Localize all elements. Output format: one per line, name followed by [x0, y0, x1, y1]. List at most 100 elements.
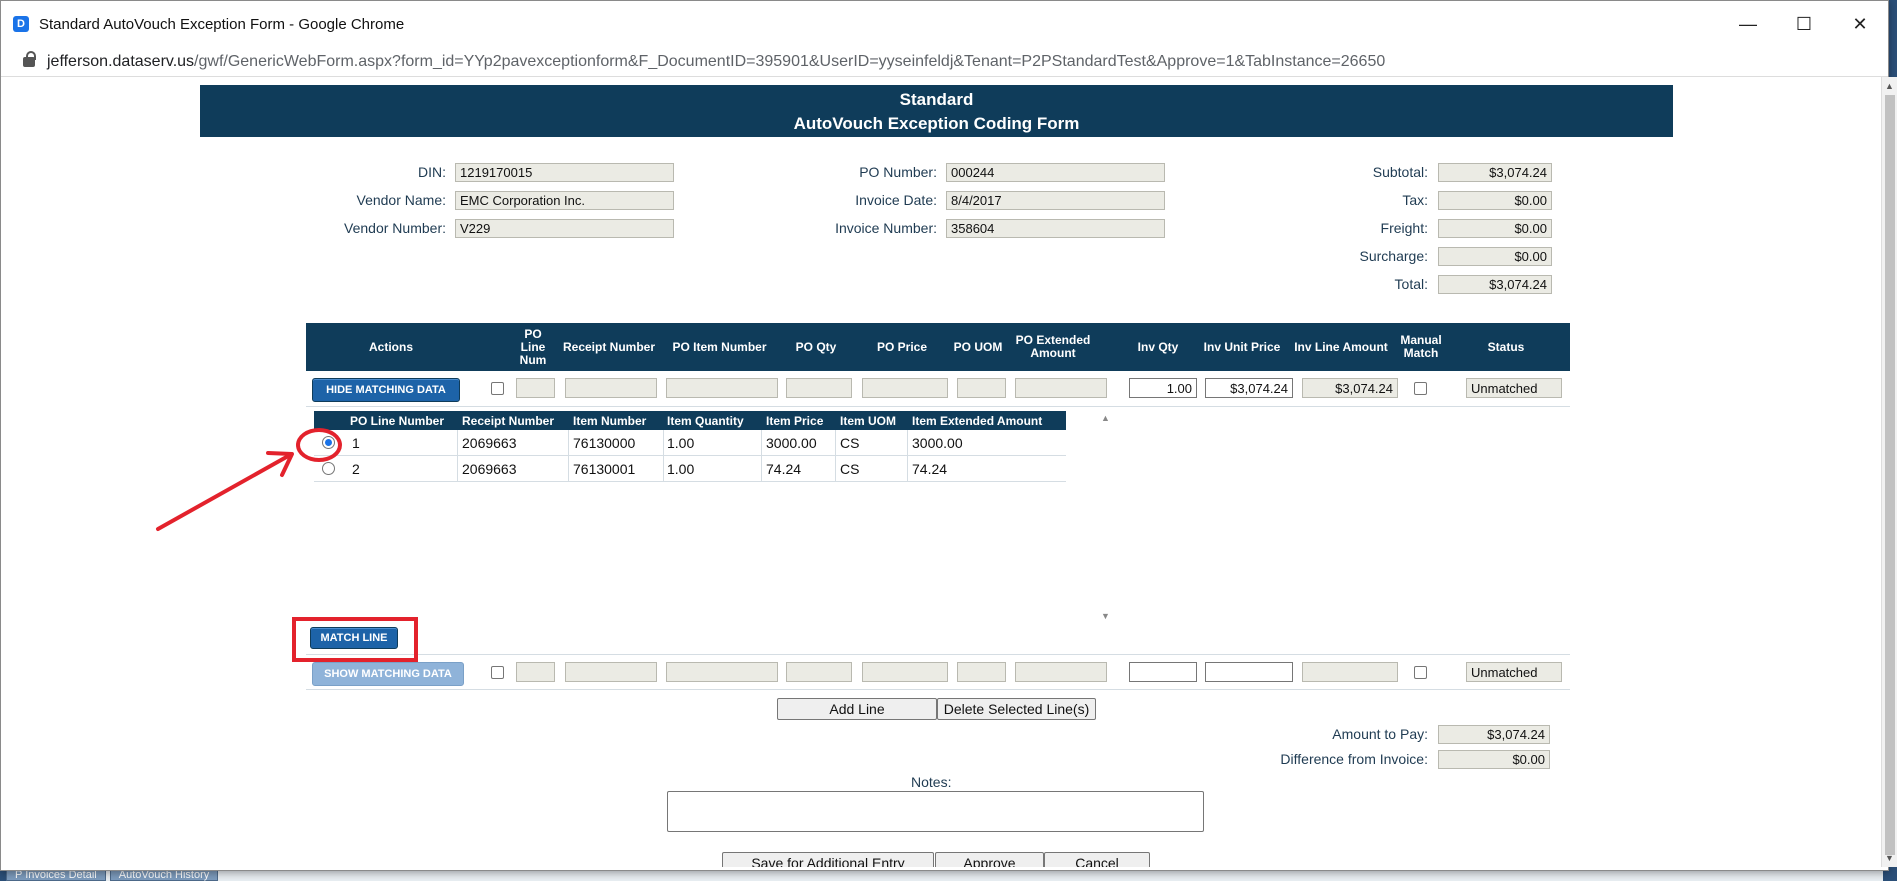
save-for-additional-entry-button[interactable]: Save for Additional Entry [722, 852, 934, 867]
amount-to-pay-field[interactable]: $3,074.24 [1438, 725, 1550, 744]
maximize-icon[interactable]: ☐ [1776, 1, 1832, 47]
receipt-number-value: 2069663 [462, 461, 517, 477]
window-title: Standard AutoVouch Exception Form - Goog… [39, 15, 405, 33]
table-row: SHOW MATCHING DATA Unmatched [306, 654, 1570, 690]
manual-match-checkbox[interactable] [1414, 666, 1427, 679]
hide-matching-data-button[interactable]: HIDE MATCHING DATA [312, 378, 460, 402]
total-label: Total: [1394, 276, 1428, 292]
po-qty-cell[interactable] [786, 378, 852, 398]
inv-line-amount-cell: $3,074.24 [1302, 378, 1398, 398]
amount-to-pay-label: Amount to Pay: [1332, 726, 1428, 742]
form-title-line1: Standard [899, 90, 974, 109]
col-status: Status [1487, 339, 1525, 354]
col-inv-line-amount: Inv Line Amount [1294, 339, 1388, 354]
row-select-checkbox[interactable] [491, 666, 504, 679]
po-item-number-cell[interactable] [666, 662, 778, 682]
po-price-cell[interactable] [862, 662, 948, 682]
item-uom-value: CS [840, 435, 860, 451]
po-line-num-cell[interactable] [516, 378, 555, 398]
col-po-uom: PO UOM [953, 339, 1003, 354]
po-item-number-cell[interactable] [666, 378, 778, 398]
inv-unit-price-input[interactable]: $3,074.24 [1205, 378, 1293, 398]
divider [761, 456, 762, 482]
row-select-checkbox[interactable] [491, 382, 504, 395]
divider [663, 456, 664, 482]
minimize-icon[interactable]: — [1720, 1, 1776, 47]
window-titlebar: D Standard AutoVouch Exception Form - Go… [1, 1, 1888, 47]
din-label: DIN: [418, 164, 446, 180]
po-number-field[interactable]: 000244 [946, 163, 1165, 182]
item-price-value: 3000.00 [766, 435, 817, 451]
po-qty-cell[interactable] [786, 662, 852, 682]
po-line-num-cell[interactable] [516, 662, 555, 682]
form-title-line2: AutoVouch Exception Coding Form [793, 114, 1080, 133]
annotation-arrow-icon [156, 451, 294, 531]
col-po-price: PO Price [876, 339, 928, 354]
surcharge-field[interactable]: $0.00 [1438, 247, 1552, 266]
item-uom-value: CS [840, 461, 860, 477]
total-field[interactable]: $3,074.24 [1438, 275, 1552, 294]
show-matching-data-button[interactable]: SHOW MATCHING DATA [312, 662, 464, 686]
inv-qty-input[interactable]: 1.00 [1129, 378, 1197, 398]
freight-field[interactable]: $0.00 [1438, 219, 1552, 238]
close-icon[interactable]: ✕ [1832, 1, 1888, 47]
receipt-number-cell[interactable] [565, 378, 657, 398]
invoice-date-label: Invoice Date: [855, 192, 937, 208]
inv-qty-input[interactable] [1129, 662, 1197, 682]
vendor-number-field[interactable]: V229 [455, 219, 674, 238]
divider [457, 430, 458, 456]
scroll-up-icon[interactable]: ▲ [1101, 413, 1110, 423]
scroll-down-icon[interactable]: ▼ [1885, 853, 1894, 863]
col-po-line-num: PO Line Num [519, 326, 547, 367]
din-field[interactable]: 1219170015 [455, 163, 674, 182]
po-uom-cell[interactable] [957, 662, 1006, 682]
delete-selected-lines-button[interactable]: Delete Selected Line(s) [937, 698, 1096, 720]
scroll-down-icon[interactable]: ▼ [1101, 611, 1110, 621]
page-scrollbar[interactable]: ▲ ▼ [1881, 77, 1897, 867]
receipt-number-cell[interactable] [565, 662, 657, 682]
manual-match-checkbox[interactable] [1414, 382, 1427, 395]
notes-textarea[interactable] [667, 791, 1204, 832]
item-extended-amount-value: 3000.00 [912, 435, 963, 451]
po-extended-amount-cell[interactable] [1015, 378, 1107, 398]
subtotal-field[interactable]: $3,074.24 [1438, 163, 1552, 182]
inv-line-amount-cell [1302, 662, 1398, 682]
divider [663, 430, 664, 456]
address-bar[interactable]: jefferson.dataserv.us/gwf/GenericWebForm… [1, 47, 1888, 77]
select-radio[interactable] [322, 462, 335, 475]
col-manual-match: Manual Match [1400, 333, 1442, 360]
invoice-number-field[interactable]: 358604 [946, 219, 1165, 238]
matching-row-2[interactable]: 2 2069663 76130001 1.00 74.24 CS 74.24 [314, 456, 1066, 482]
vendor-number-label: Vendor Number: [344, 220, 446, 236]
divider [907, 430, 908, 456]
vendor-name-field[interactable]: EMC Corporation Inc. [455, 191, 674, 210]
invoice-date-field[interactable]: 8/4/2017 [946, 191, 1165, 210]
difference-field[interactable]: $0.00 [1438, 750, 1550, 769]
tax-field[interactable]: $0.00 [1438, 191, 1552, 210]
approve-button[interactable]: Approve [935, 852, 1044, 867]
add-line-button[interactable]: Add Line [777, 698, 937, 720]
lock-icon[interactable] [23, 50, 36, 67]
matching-row-1[interactable]: 1 2069663 76130000 1.00 3000.00 CS 3000.… [314, 430, 1066, 456]
col-item-price: Item Price [766, 414, 824, 428]
col-po-item-number: PO Item Number [672, 339, 767, 354]
po-extended-amount-cell[interactable] [1015, 662, 1107, 682]
col-item-uom: Item UOM [840, 414, 897, 428]
col-po-qty: PO Qty [795, 339, 837, 354]
status-badge: Unmatched [1466, 662, 1562, 682]
matching-grid-scrollbar[interactable]: ▲ ▼ [1099, 411, 1113, 623]
scroll-up-icon[interactable]: ▲ [1885, 81, 1894, 91]
table-row: HIDE MATCHING DATA 1.00 $3,074.24 $3,074… [306, 371, 1570, 407]
item-number-value: 76130000 [573, 435, 636, 451]
divider [761, 430, 762, 456]
col-po-line-number: PO Line Number [350, 414, 445, 428]
po-price-cell[interactable] [862, 378, 948, 398]
po-uom-cell[interactable] [957, 378, 1006, 398]
inv-unit-price-input[interactable] [1205, 662, 1293, 682]
col-item-quantity: Item Quantity [667, 414, 744, 428]
cancel-button[interactable]: Cancel [1044, 852, 1150, 867]
url-text[interactable]: jefferson.dataserv.us/gwf/GenericWebForm… [47, 53, 1385, 71]
scroll-thumb[interactable] [1885, 95, 1895, 855]
matching-grid-header: PO Line Number Receipt Number Item Numbe… [314, 411, 1066, 430]
lines-grid-header: Actions PO Line Num Receipt Number PO It… [306, 323, 1570, 371]
